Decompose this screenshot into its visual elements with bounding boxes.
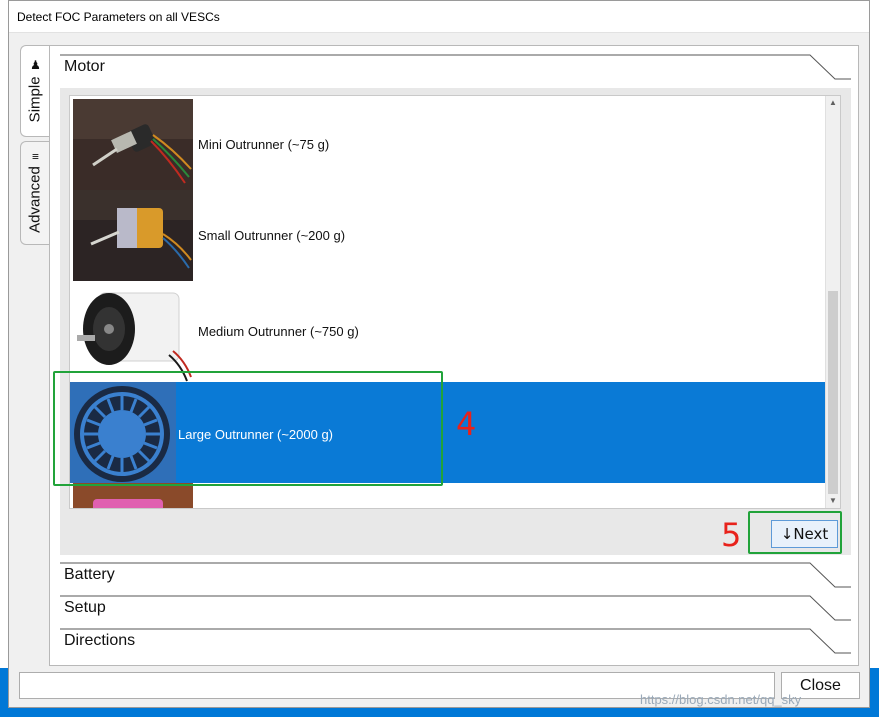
tab-simple-label: Simple bbox=[26, 76, 44, 123]
section-header-directions[interactable]: Directions bbox=[60, 628, 851, 658]
watermark: https://blog.csdn.net/qq_sky bbox=[640, 692, 802, 707]
section-header-setup[interactable]: Setup bbox=[60, 595, 851, 625]
scroll-up-icon[interactable]: ▲ bbox=[826, 96, 840, 110]
motor-thumbnail-medium bbox=[73, 281, 193, 382]
motor-thumbnail-small bbox=[73, 190, 193, 281]
section-title-battery: Battery bbox=[64, 566, 115, 583]
list-item[interactable]: Medium Outrunner (~750 g) bbox=[70, 281, 826, 382]
section-title-setup: Setup bbox=[64, 599, 106, 616]
list-item[interactable] bbox=[70, 483, 826, 508]
scroll-down-icon[interactable]: ▼ bbox=[826, 494, 840, 508]
motor-label: Medium Outrunner (~750 g) bbox=[198, 324, 359, 339]
person-icon: ♟ bbox=[29, 58, 41, 73]
list-scrollbar[interactable]: ▲ ▼ bbox=[825, 96, 840, 508]
list-item[interactable]: Mini Outrunner (~75 g) bbox=[70, 99, 826, 190]
section-header-battery[interactable]: Battery bbox=[60, 562, 851, 592]
tab-advanced[interactable]: Advanced ≡ bbox=[20, 141, 49, 245]
title-bar: Detect FOC Parameters on all VESCs bbox=[9, 1, 869, 33]
main-panel: Motor Mini Outrunner (~75 g) Small Outru… bbox=[49, 45, 859, 666]
dialog-window: Detect FOC Parameters on all VESCs Simpl… bbox=[8, 0, 870, 708]
annotation-number-5: 5 bbox=[721, 516, 742, 554]
tab-simple[interactable]: Simple ♟ bbox=[20, 45, 49, 137]
section-header-frame bbox=[60, 54, 851, 80]
window-title: Detect FOC Parameters on all VESCs bbox=[17, 10, 220, 24]
annotation-number-4: 4 bbox=[456, 405, 477, 443]
scroll-thumb[interactable] bbox=[828, 291, 838, 494]
motor-label: Mini Outrunner (~75 g) bbox=[198, 137, 330, 152]
section-header-frame bbox=[60, 595, 851, 621]
sliders-icon: ≡ bbox=[31, 149, 39, 164]
annotation-box-step4 bbox=[53, 371, 443, 486]
motor-thumbnail-next bbox=[73, 483, 193, 508]
list-item[interactable]: Small Outrunner (~200 g) bbox=[70, 190, 826, 281]
motor-label: Small Outrunner (~200 g) bbox=[198, 228, 346, 243]
section-title-directions: Directions bbox=[64, 632, 136, 649]
motor-thumbnail-mini bbox=[73, 99, 193, 190]
section-header-frame bbox=[60, 628, 851, 654]
tab-advanced-label: Advanced bbox=[26, 166, 44, 233]
section-title-motor: Motor bbox=[64, 58, 105, 75]
section-header-frame bbox=[60, 562, 851, 588]
annotation-box-step5 bbox=[748, 511, 842, 554]
section-header-motor[interactable]: Motor bbox=[60, 54, 851, 84]
